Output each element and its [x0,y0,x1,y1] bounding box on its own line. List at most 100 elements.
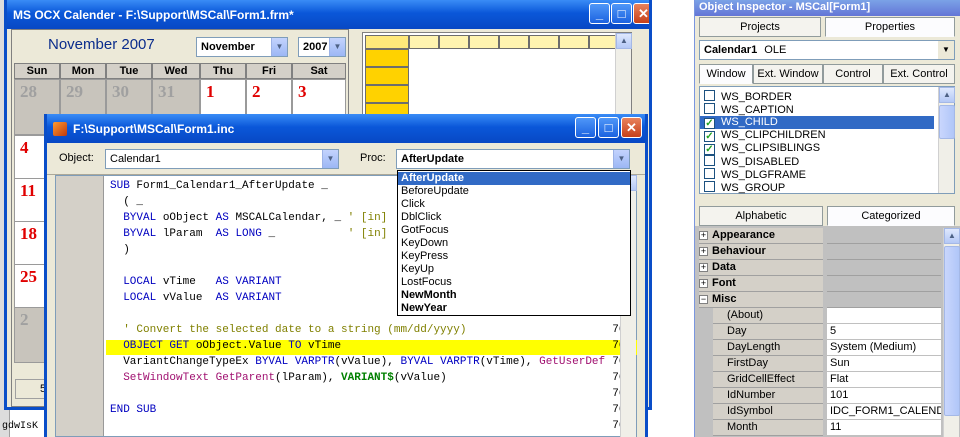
code-line: SetWindowText GetParent(lParam), VARIANT… [110,372,446,384]
scroll-up-icon[interactable]: ▲ [616,33,632,49]
chevron-down-icon[interactable]: ▼ [271,38,287,56]
property-grid-scrollbar[interactable]: ▲ [943,228,960,437]
proc-dropdown-list[interactable]: AfterUpdate BeforeUpdate Click DblClick … [397,170,631,316]
proc-option[interactable]: Click [398,198,630,211]
category-behaviour[interactable]: + Behaviour [699,244,823,260]
tab-categorized[interactable]: Categorized [827,206,955,226]
property-grid[interactable]: + Appearance + Behaviour + Data + Font − Misc… [695,226,960,437]
code-window-titlebar[interactable]: F:\Support\MSCal\Form1.inc _ □ ✕ [47,114,645,143]
tab-alphabetic[interactable]: Alphabetic [699,206,823,226]
proc-option[interactable]: DblClick [398,211,630,224]
object-selector[interactable]: Calendar1 OLE ▼ [699,40,955,60]
property-value[interactable]: 5 [827,324,941,340]
chevron-down-icon[interactable]: ▼ [938,41,954,59]
tab-properties[interactable]: Properties [825,17,955,37]
collapse-icon[interactable]: − [699,295,708,304]
property-name[interactable]: (About) [713,308,823,324]
tab-ext-control[interactable]: Ext. Control [883,64,955,84]
property-value[interactable]: 101 [827,388,941,404]
checkbox[interactable]: ✓ [704,118,715,129]
property-value[interactable] [827,308,941,324]
code-token: vValue [156,292,216,304]
style-item[interactable]: WS_DISABLED [704,155,934,168]
style-item[interactable]: WS_GROUP [704,181,934,194]
maximize-button[interactable]: □ [598,117,619,138]
proc-option[interactable]: GotFocus [398,224,630,237]
style-list[interactable]: WS_BORDER WS_CAPTION ✓ WS_CHILD ✓ WS_CLIPC… [699,86,955,194]
scroll-thumb[interactable] [944,246,960,416]
property-value[interactable]: System (Medium) [827,340,941,356]
proc-option[interactable]: NewMonth [398,289,630,302]
chevron-down-icon[interactable]: ▼ [322,150,338,168]
chevron-down-icon[interactable]: ▼ [613,150,629,168]
proc-option[interactable]: LostFocus [398,276,630,289]
category-appearance[interactable]: + Appearance [699,228,823,244]
property-value[interactable]: Sun [827,356,941,372]
style-item[interactable]: WS_CAPTION [704,103,934,116]
checkbox[interactable] [704,168,715,179]
checkbox[interactable] [704,90,715,101]
property-value[interactable]: 11 [827,420,941,436]
checkbox[interactable] [704,181,715,192]
expand-icon[interactable]: + [699,247,708,256]
category-data[interactable]: + Data [699,260,823,276]
style-item[interactable]: WS_BORDER [704,90,934,103]
code-token: AS LONG [215,228,262,240]
scroll-thumb[interactable] [939,105,955,139]
style-item[interactable]: ✓ WS_CLIPSIBLINGS [704,142,934,155]
minimize-button[interactable]: _ [575,117,596,138]
proc-option[interactable]: AfterUpdate [398,172,630,185]
property-value[interactable]: Flat [827,372,941,388]
month-combo[interactable]: November ▼ [196,37,288,57]
style-list-scrollbar[interactable]: ▲ [938,87,955,193]
checkbox[interactable] [704,103,715,114]
proc-option[interactable]: KeyDown [398,237,630,250]
grid-cell [499,35,529,49]
checkbox[interactable]: ✓ [704,144,715,155]
proc-option[interactable]: BeforeUpdate [398,185,630,198]
close-button[interactable]: ✕ [621,117,642,138]
category-font[interactable]: + Font [699,276,823,292]
year-combo-value: 2007 [303,41,328,53]
chevron-down-icon[interactable]: ▼ [329,38,345,56]
expand-icon[interactable]: + [699,231,708,240]
property-name[interactable]: IdSymbol [713,404,823,420]
property-name[interactable]: GridCellEffect [713,372,823,388]
property-name[interactable]: DayLength [713,340,823,356]
close-button[interactable]: ✕ [633,3,649,24]
scroll-up-icon[interactable]: ▲ [944,228,960,244]
maximize-button[interactable]: □ [611,3,632,24]
property-value[interactable]: IDC_FORM1_CALEND [827,404,941,420]
category-misc[interactable]: − Misc [699,292,823,308]
object-combo[interactable]: Calendar1 ▼ [105,149,339,169]
proc-option[interactable]: KeyPress [398,250,630,263]
style-item[interactable]: ✓ WS_CLIPCHILDREN [704,129,934,142]
calendar-window-titlebar[interactable]: MS OCX Calender - F:\Support\MSCal\Form1… [7,0,649,29]
tab-window[interactable]: Window [699,64,753,84]
checkbox[interactable] [704,155,715,166]
proc-option[interactable]: KeyUp [398,263,630,276]
property-name[interactable]: Day [713,324,823,340]
tab-control[interactable]: Control [823,64,883,84]
code-token: _ [261,228,348,240]
checkbox[interactable]: ✓ [704,131,715,142]
weekday-header: Sun [14,63,60,79]
expand-icon[interactable]: + [699,279,708,288]
tab-projects[interactable]: Projects [699,17,821,37]
code-editor-window[interactable]: F:\Support\MSCal\Form1.inc _ □ ✕ Object:… [44,114,648,437]
code-token: ' [in] [347,212,388,224]
year-combo[interactable]: 2007 ▼ [298,37,346,57]
weekday-header: Thu [200,63,246,79]
proc-option[interactable]: NewYear [398,302,630,315]
style-item[interactable]: WS_DLGFRAME [704,168,934,181]
property-name[interactable]: Month [713,420,823,436]
property-name[interactable]: IdNumber [713,388,823,404]
tab-ext-window[interactable]: Ext. Window [753,64,823,84]
proc-combo[interactable]: AfterUpdate ▼ [396,149,630,169]
minimize-button[interactable]: _ [589,3,610,24]
style-item[interactable]: ✓ WS_CHILD [700,116,934,129]
expand-icon[interactable]: + [699,263,708,272]
scroll-up-icon[interactable]: ▲ [939,87,955,103]
property-name[interactable]: FirstDay [713,356,823,372]
code-window-title: F:\Support\MSCal\Form1.inc [73,121,235,136]
